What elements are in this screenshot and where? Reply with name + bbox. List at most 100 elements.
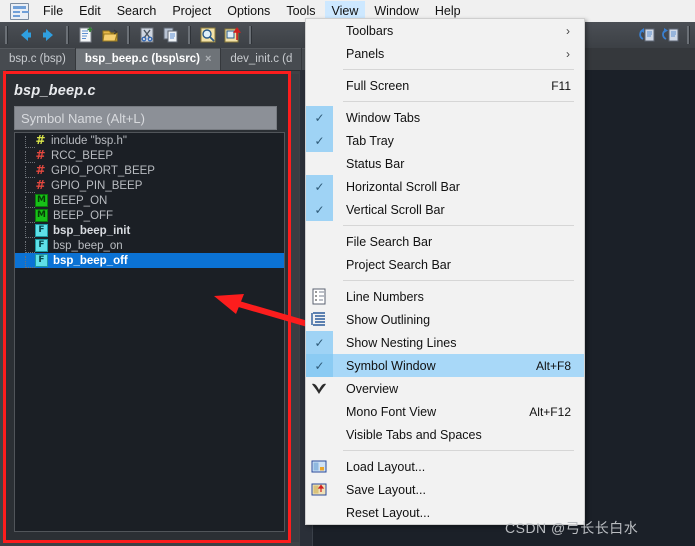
menu-item-label: Project Search Bar (346, 257, 451, 272)
tree-guide-line (25, 256, 35, 268)
editor-tab-label: bsp.c (bsp) (9, 53, 66, 65)
symbol-tree-item[interactable]: Fbsp_beep_on (15, 238, 284, 253)
symbol-tree-item[interactable]: # GPIO_PORT_BEEP (15, 163, 284, 178)
menu-item-show-nesting-lines[interactable]: ✓ Show Nesting Lines (306, 331, 584, 354)
tree-guide-line (25, 166, 35, 178)
editor-tab[interactable]: bsp_beep.c (bsp\src) × (75, 48, 221, 70)
close-icon[interactable]: × (205, 49, 211, 70)
menu-item-status-bar[interactable]: Status Bar (306, 152, 584, 175)
menu-item-toolbars[interactable]: Toolbars › (306, 19, 584, 42)
menu-item-vertical-scroll-bar[interactable]: ✓ Vertical Scroll Bar (306, 198, 584, 221)
outlining-icon (310, 311, 328, 328)
menu-item-horizontal-scroll-bar[interactable]: ✓ Horizontal Scroll Bar (306, 175, 584, 198)
checkmark-icon: ✓ (306, 129, 333, 152)
tree-guide-line (25, 136, 35, 148)
forward-arrow-icon[interactable] (38, 24, 60, 46)
jump-forward-icon[interactable] (659, 24, 681, 46)
open-file-icon[interactable] (99, 24, 121, 46)
tree-guide-line (25, 226, 35, 238)
menu-item-label: Status Bar (346, 156, 405, 171)
menu-separator (343, 69, 574, 70)
menu-item-load-layout[interactable]: Load Layout... (306, 455, 584, 478)
symbol-tree-item[interactable]: M BEEP_ON (15, 193, 284, 208)
function-icon: F (35, 224, 48, 237)
menu-item-symbol-window[interactable]: ✓ Symbol Window Alt+F8 (306, 354, 584, 377)
find-icon[interactable] (197, 24, 219, 46)
symbol-tree-item[interactable]: # RCC_BEEP (15, 148, 284, 163)
tree-guide-line (25, 196, 35, 208)
symbol-tree-item-label: bsp_beep_on (53, 239, 123, 252)
symbol-tree-item[interactable]: Fbsp_beep_init (15, 223, 284, 238)
jump-back-icon[interactable] (635, 24, 657, 46)
symbol-tree-item[interactable]: Fbsp_beep_off (15, 253, 284, 268)
symbol-tree-item[interactable]: # GPIO_PIN_BEEP (15, 178, 284, 193)
menu-item-label: Overview (346, 381, 399, 396)
menubar-item-project[interactable]: Project (165, 1, 218, 21)
editor-tab[interactable]: bsp.c (bsp) (0, 48, 75, 70)
menubar-item-options[interactable]: Options (220, 1, 277, 21)
menu-item-tab-tray[interactable]: ✓ Tab Tray (306, 129, 584, 152)
menu-separator (343, 225, 574, 226)
copy-icon[interactable] (160, 24, 182, 46)
menu-item-label: Window Tabs (346, 110, 421, 125)
checkmark-icon: ✓ (306, 106, 333, 129)
menu-item-window-tabs[interactable]: ✓ Window Tabs (306, 106, 584, 129)
new-file-icon[interactable] (75, 24, 97, 46)
toolbar-separator (687, 26, 690, 44)
menu-item-project-search-bar[interactable]: Project Search Bar (306, 253, 584, 276)
macro-define-icon: # (35, 148, 46, 162)
menu-item-shortcut: Alt+F8 (535, 358, 571, 373)
back-arrow-icon[interactable] (14, 24, 36, 46)
menu-item-line-numbers[interactable]: Line Numbers (306, 285, 584, 308)
tree-guide-line (25, 151, 35, 163)
menu-item-label: Show Outlining (346, 312, 431, 327)
view-dropdown-menu[interactable]: Toolbars › Panels › Full Screen F11 ✓ Window Ta… (305, 18, 585, 525)
menu-item-label: Horizontal Scroll Bar (346, 179, 460, 194)
menu-item-show-outlining[interactable]: Show Outlining (306, 308, 584, 331)
menu-item-overview[interactable]: Overview (306, 377, 584, 400)
menu-item-visible-tabs-and-spaces[interactable]: Visible Tabs and Spaces (306, 423, 584, 446)
macro-define-icon: # (35, 163, 46, 177)
menu-item-file-search-bar[interactable]: File Search Bar (306, 230, 584, 253)
function-icon: F (35, 239, 48, 252)
macro-define-icon: # (35, 178, 46, 192)
menu-item-panels[interactable]: Panels › (306, 42, 584, 65)
symbol-tree-item-label: bsp_beep_init (53, 224, 131, 237)
save-layout-icon (310, 481, 328, 498)
menu-separator (343, 101, 574, 102)
symbol-tree-item-label: BEEP_OFF (53, 209, 114, 222)
submenu-chevron-icon: › (566, 46, 570, 61)
menu-item-label: Tab Tray (346, 133, 394, 148)
menu-item-label: Toolbars (346, 23, 394, 38)
editor-tab[interactable]: dev_init.c (d (221, 48, 302, 70)
checkmark-icon: ✓ (306, 198, 333, 221)
menubar-item-file[interactable]: File (36, 1, 70, 21)
overview-icon (310, 380, 328, 397)
symbol-name-search-input[interactable]: Symbol Name (Alt+L) (14, 106, 277, 130)
menu-item-label: Save Layout... (346, 482, 426, 497)
macro-function-icon: M (35, 194, 48, 207)
watermark: CSDN @弓长长白水 (505, 520, 639, 536)
line-numbers-icon (310, 288, 328, 305)
menu-item-mono-font-view[interactable]: Mono Font View Alt+F12 (306, 400, 584, 423)
menubar-item-search[interactable]: Search (110, 1, 164, 21)
symbol-window-scroll-strip[interactable] (291, 74, 299, 542)
cut-icon[interactable] (136, 24, 158, 46)
symbol-tree-item[interactable]: M BEEP_OFF (15, 208, 284, 223)
symbol-tree-item-label: GPIO_PIN_BEEP (51, 179, 143, 192)
editor-tab-label: dev_init.c (d (230, 53, 293, 65)
tree-guide-line (25, 211, 35, 223)
checkmark-icon: ✓ (306, 175, 333, 198)
menu-item-label: Show Nesting Lines (346, 335, 457, 350)
menubar-item-edit[interactable]: Edit (72, 1, 108, 21)
app-logo-icon (10, 2, 29, 20)
menu-item-label: Symbol Window (346, 358, 436, 373)
symbol-tree-item[interactable]: # include "bsp.h" (15, 133, 284, 148)
symbol-tree[interactable]: # include "bsp.h" # RCC_BEEP # GPIO_PORT_BEEP… (14, 132, 285, 532)
replace-icon[interactable] (221, 24, 243, 46)
menu-item-full-screen[interactable]: Full Screen F11 (306, 74, 584, 97)
symbol-tree-item-label: include "bsp.h" (51, 134, 127, 147)
menu-item-save-layout[interactable]: Save Layout... (306, 478, 584, 501)
menu-item-label: Vertical Scroll Bar (346, 202, 445, 217)
submenu-chevron-icon: › (566, 23, 570, 38)
